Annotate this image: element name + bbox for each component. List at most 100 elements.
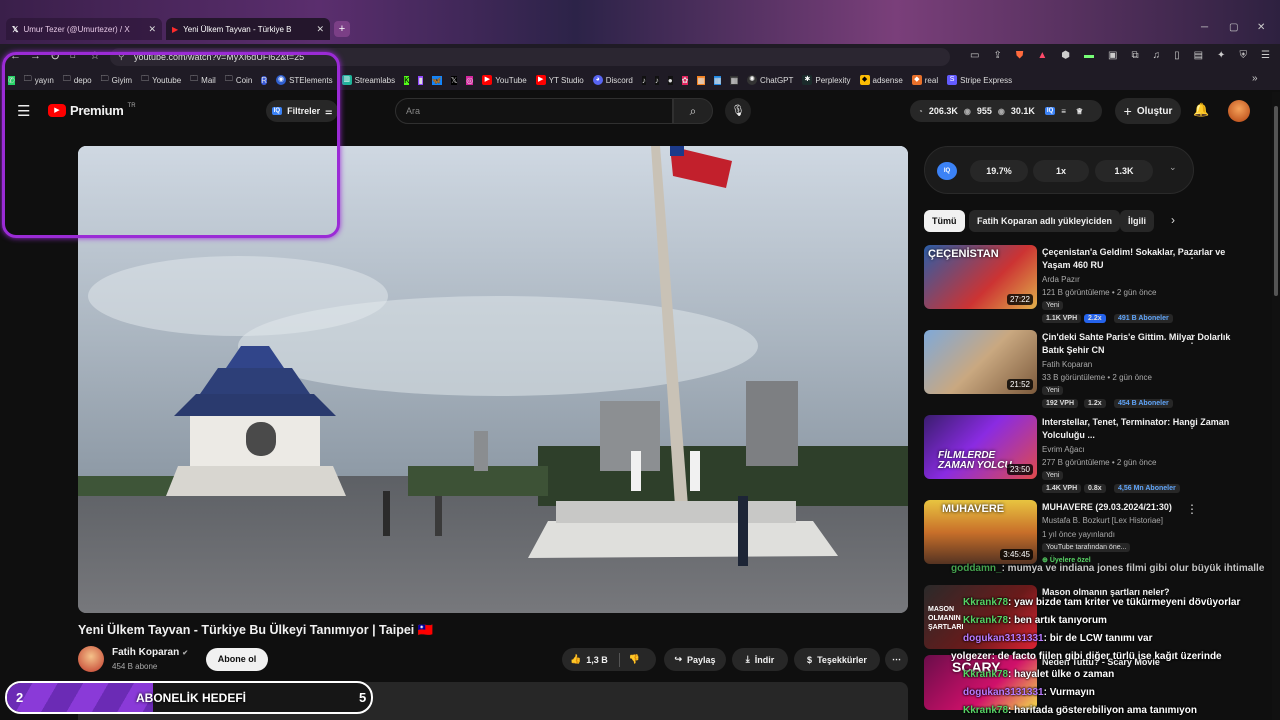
more-vert-icon[interactable]: ⋮ bbox=[1186, 417, 1198, 431]
subscriber-badge: 491 B Aboneler bbox=[1114, 314, 1173, 323]
dislike-icon[interactable]: 👎 bbox=[629, 654, 640, 665]
trophy-icon[interactable]: ♕ bbox=[1076, 107, 1083, 116]
instagram-icon[interactable]: ◎ bbox=[466, 75, 474, 85]
video-thumbnail[interactable]: FİLMLERDE ZAMAN YOLCU 23:50 bbox=[924, 415, 1037, 479]
extension-icon[interactable]: ✿ bbox=[681, 75, 689, 85]
video-thumbnail[interactable]: MUHAVERE 3:45:45 bbox=[924, 500, 1037, 564]
vpn-icon[interactable]: ⛨ bbox=[1239, 50, 1247, 61]
extension-icon[interactable]: ▣ bbox=[1108, 50, 1117, 61]
bluesky-icon[interactable]: 🦋 bbox=[431, 75, 442, 85]
more-bookmarks-icon[interactable]: » bbox=[1252, 73, 1258, 84]
bookmark-link[interactable]: ✱ Perplexity bbox=[802, 75, 851, 85]
video-thumbnail[interactable]: SCARY bbox=[924, 655, 1037, 710]
video-thumbnail[interactable]: 21:52 bbox=[924, 330, 1037, 394]
chevron-right-icon[interactable]: › bbox=[1171, 213, 1175, 227]
bookmark-link[interactable]: ▥ Streamlabs bbox=[341, 75, 395, 85]
extension-icon[interactable]: ▦ bbox=[730, 75, 739, 85]
chat-message: Kkrank78: yaw bizde tam kriter ve tükürm… bbox=[963, 597, 1241, 608]
recommendation-card[interactable]: ÇEÇENİSTAN 27:22 Çeçenistan'a Geldim! So… bbox=[924, 245, 1269, 325]
extension-icon[interactable]: ▦ bbox=[713, 75, 722, 85]
new-tab-button[interactable]: + bbox=[334, 21, 350, 37]
bookmark-link[interactable]: S Stripe Express bbox=[947, 75, 1012, 85]
search-placeholder: Ara bbox=[406, 106, 421, 116]
avatar[interactable] bbox=[1228, 100, 1250, 122]
bookmark-link[interactable]: ▶ YouTube bbox=[482, 75, 527, 85]
bookmark-link[interactable]: ◕ Discord bbox=[592, 75, 633, 85]
subscribers-icon: ◉ bbox=[997, 106, 1005, 116]
screen-icon[interactable]: ▭ bbox=[970, 50, 979, 61]
channel-avatar[interactable] bbox=[78, 646, 104, 672]
notifications-icon[interactable]: 🔔 bbox=[1193, 102, 1209, 118]
channel-name[interactable]: Fatih Koparan ✔ bbox=[112, 647, 188, 658]
thanks-button[interactable]: $ Teşekkürler bbox=[794, 648, 880, 671]
extension-icon[interactable]: ▦ bbox=[697, 75, 705, 85]
tab-label: Yeni Ülkem Tayvan - Türkiye B bbox=[183, 24, 292, 34]
recommendation-title[interactable]: Çeçenistan'a Geldim! Sokaklar, Pazarlar … bbox=[1042, 246, 1242, 272]
brave-shield-icon[interactable]: ⛊ bbox=[1016, 50, 1024, 61]
recommendation-card[interactable]: 21:52 Çin'deki Sahte Paris'e Gittim. Mil… bbox=[924, 330, 1269, 410]
music-icon[interactable]: ♫ bbox=[1153, 50, 1161, 61]
chip-uploader[interactable]: Fatih Koparan adlı yükleyiciden bbox=[969, 210, 1121, 232]
wallet-icon[interactable]: ▤ bbox=[1194, 50, 1203, 61]
more-vert-icon[interactable]: ⋮ bbox=[1186, 332, 1198, 346]
vph-value: 1.3K bbox=[1095, 160, 1153, 182]
search-input[interactable]: Ara bbox=[395, 98, 673, 124]
more-actions-button[interactable]: ⋯ bbox=[885, 648, 908, 671]
x-icon[interactable]: 𝕏 bbox=[450, 75, 458, 85]
minimize-icon[interactable]: ─ bbox=[1201, 22, 1208, 33]
recommendation-card[interactable]: FİLMLERDE ZAMAN YOLCU 23:50 Interstellar… bbox=[924, 415, 1269, 495]
duration-badge: 23:50 bbox=[1006, 464, 1033, 475]
search-button[interactable]: ⌕ bbox=[673, 98, 713, 124]
recommendation-channel[interactable]: Arda Pazır bbox=[1042, 275, 1080, 284]
recommendation-channel[interactable]: Fatih Koparan bbox=[1042, 360, 1092, 369]
video-thumbnail[interactable]: ÇEÇENİSTAN 27:22 bbox=[924, 245, 1037, 309]
tab-x[interactable]: 𝕏 Umur Tezer (@Umurtezer) / X ✕ bbox=[6, 18, 162, 40]
recommendation-title[interactable]: Interstellar, Tenet, Terminator: Hangi Z… bbox=[1042, 416, 1242, 442]
like-icon[interactable]: 👍 bbox=[570, 654, 581, 665]
more-vert-icon[interactable]: ⋮ bbox=[1186, 247, 1198, 261]
close-tab-icon[interactable]: ✕ bbox=[148, 24, 156, 35]
subscribe-button[interactable]: Abone ol bbox=[206, 648, 268, 671]
extension-icon[interactable]: ⧉ bbox=[1131, 50, 1138, 61]
kick-icon[interactable]: K bbox=[404, 75, 410, 85]
leo-icon[interactable]: ✦ bbox=[1217, 50, 1225, 61]
download-button[interactable]: ⤓ İndir bbox=[732, 648, 788, 671]
extension-icon[interactable]: ⬢ bbox=[1061, 50, 1070, 61]
chevron-down-icon[interactable]: ⌄ bbox=[1169, 162, 1177, 173]
bookmark-link[interactable]: ✺ ChatGPT bbox=[747, 75, 793, 85]
list-icon[interactable]: ≡ bbox=[1061, 107, 1066, 116]
iq-icon[interactable]: IQ bbox=[1044, 107, 1056, 115]
chip-all[interactable]: Tümü bbox=[924, 210, 965, 232]
sidebar-icon[interactable]: ▯ bbox=[1174, 50, 1180, 61]
bookmark-link[interactable]: ◆ real bbox=[911, 75, 938, 85]
more-icon: ⋯ bbox=[892, 654, 901, 664]
chip-related[interactable]: İlgili bbox=[1120, 210, 1154, 232]
recommendation-title[interactable]: Çin'deki Sahte Paris'e Gittim. Milyar Do… bbox=[1042, 331, 1242, 357]
chat-message: dogukan3131331: bir de LCW tanımı var bbox=[963, 633, 1153, 644]
more-vert-icon[interactable]: ⋮ bbox=[1186, 502, 1198, 516]
close-window-icon[interactable]: ✕ bbox=[1257, 22, 1265, 33]
like-count[interactable]: 1,3 B bbox=[586, 655, 608, 665]
share-button[interactable]: ↪ Paylaş bbox=[664, 648, 726, 671]
tiktok-icon[interactable]: ♪ bbox=[654, 75, 659, 85]
recommendation-channel[interactable]: Mustafa B. Bozkurt [Lex Historiae] bbox=[1042, 516, 1163, 525]
like-dislike-group: 👍 1,3 B 👎 bbox=[562, 648, 656, 671]
rewards-icon[interactable]: ▲ bbox=[1037, 50, 1047, 61]
recommendation-title[interactable]: MUHAVERE (29.03.2024/21:30) bbox=[1042, 501, 1242, 514]
scrollbar-thumb[interactable] bbox=[1274, 106, 1278, 296]
voice-search-button[interactable]: 🎙 bbox=[725, 98, 751, 124]
recommendation-channel[interactable]: Evrim Ağacı bbox=[1042, 445, 1085, 454]
tab-youtube[interactable]: ▶ Yeni Ülkem Tayvan - Türkiye B ✕ bbox=[166, 18, 330, 40]
bookmark-link[interactable]: ▶ YT Studio bbox=[535, 75, 584, 85]
extension-icon[interactable]: ▬ bbox=[1084, 50, 1094, 61]
close-tab-icon[interactable]: ✕ bbox=[316, 24, 324, 35]
twitch-icon[interactable]: ▮ bbox=[418, 75, 423, 85]
bookmark-link[interactable]: ◆ adsense bbox=[859, 75, 903, 85]
tiktok-icon[interactable]: ♪ bbox=[641, 75, 646, 85]
share-icon[interactable]: ⇪ bbox=[993, 50, 1001, 61]
scrollbar[interactable] bbox=[1272, 92, 1280, 720]
maximize-icon[interactable]: ▢ bbox=[1229, 22, 1238, 33]
menu-icon[interactable]: ☰ bbox=[1261, 50, 1270, 61]
extension-icon[interactable]: ● bbox=[667, 75, 673, 85]
create-button[interactable]: + Oluştur bbox=[1115, 98, 1181, 124]
